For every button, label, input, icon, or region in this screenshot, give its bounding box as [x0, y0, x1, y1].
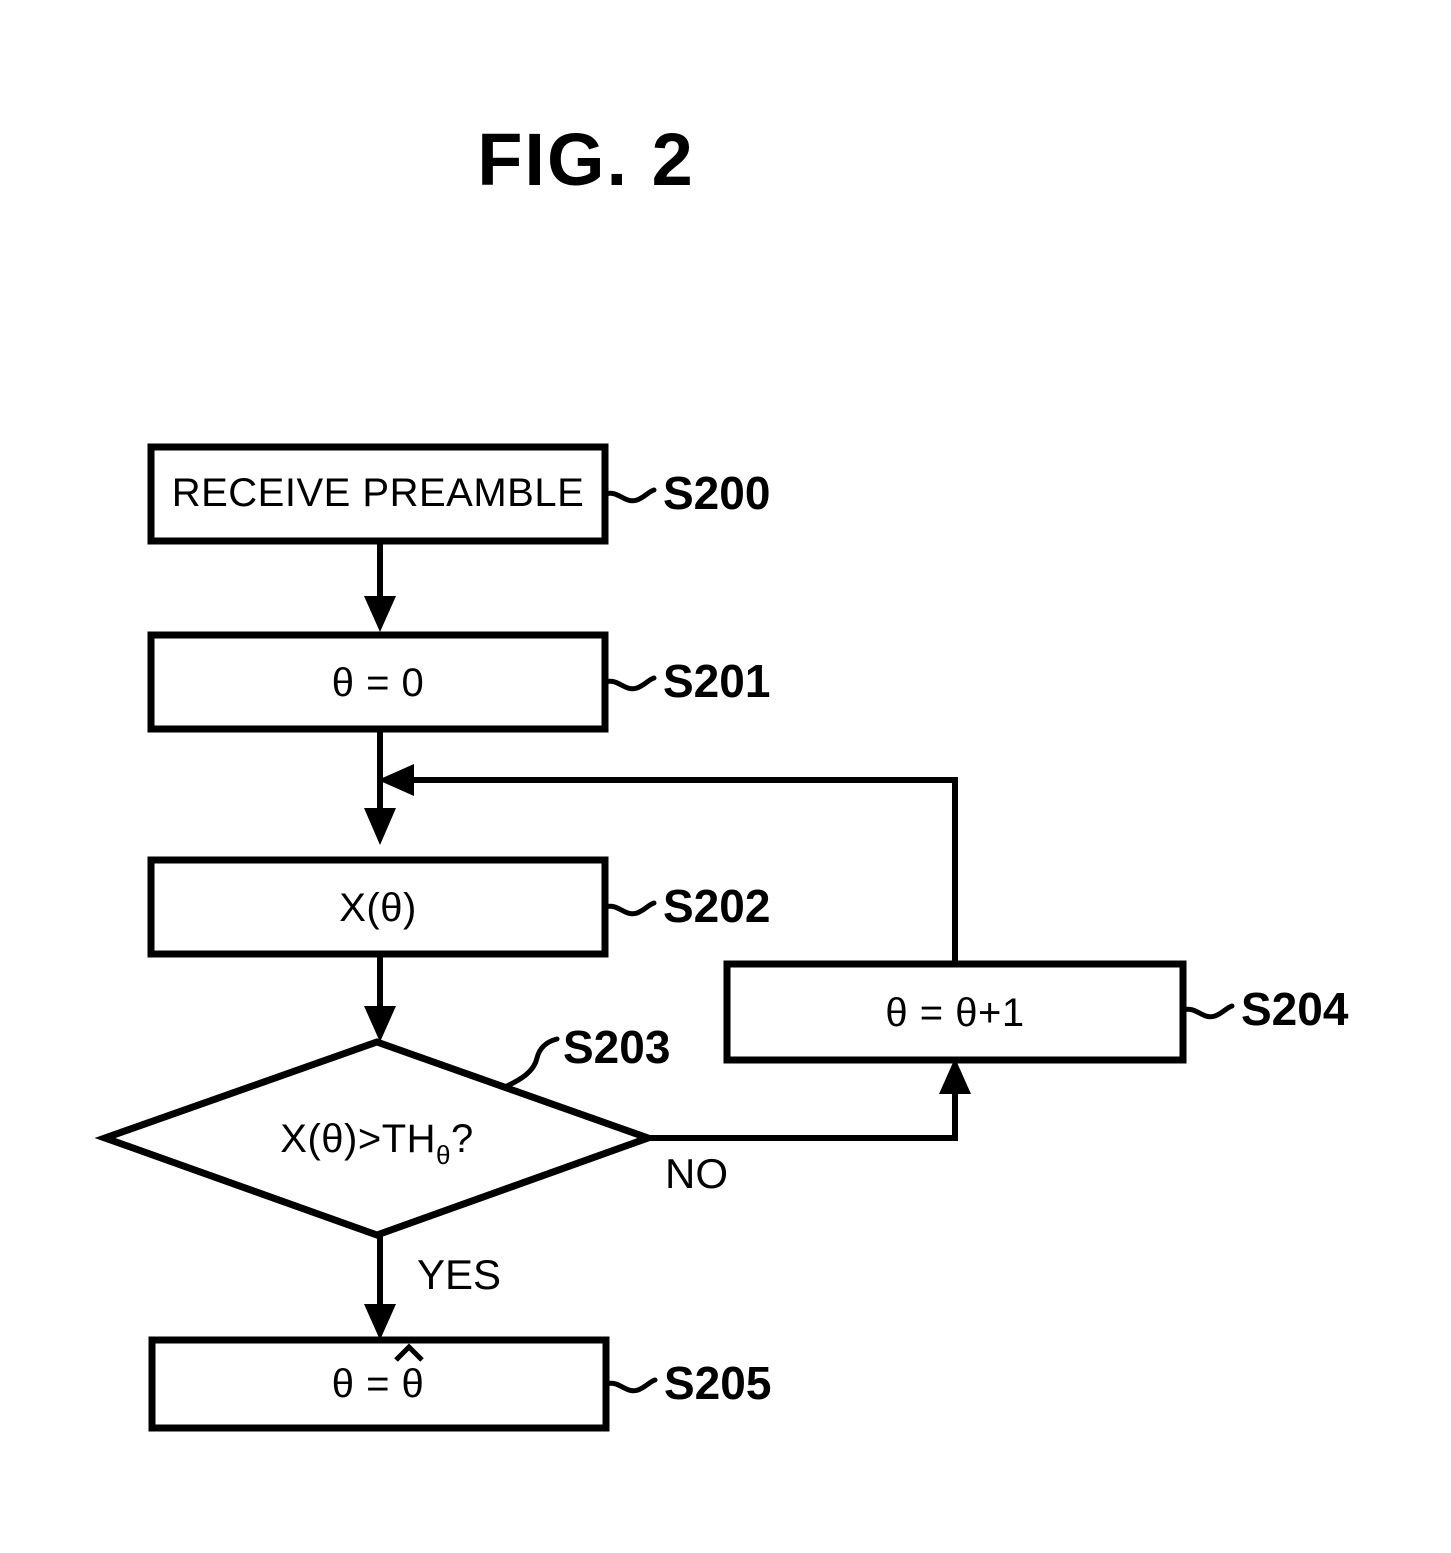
- leader-line-s203: [502, 1036, 560, 1090]
- decision-text-subscript: θ: [436, 1140, 451, 1170]
- arrowhead-s202-to-s203: [364, 1006, 396, 1042]
- decision-text-tail: ?: [451, 1117, 474, 1161]
- leader-line-s205: [603, 1377, 658, 1394]
- arrowhead-loopback-merge: [378, 764, 414, 796]
- step-ref-s201: S201: [663, 655, 770, 707]
- figure-title: FIG. 2: [477, 118, 695, 201]
- process-box-s204-label: θ = θ+1: [885, 991, 1024, 1035]
- step-ref-s205: S205: [664, 1357, 771, 1409]
- branch-label-no: NO: [665, 1150, 728, 1197]
- arrowhead-yes-branch: [364, 1304, 396, 1340]
- branch-label-yes: YES: [417, 1251, 501, 1298]
- leader-line-s202: [602, 900, 657, 917]
- process-box-s201-label: θ = 0: [332, 661, 425, 705]
- arrowhead-s200-to-s201: [364, 596, 396, 632]
- process-box-s200-label: RECEIVE PREAMBLE: [172, 471, 585, 515]
- step-ref-s203: S203: [563, 1021, 670, 1073]
- step-ref-s204: S204: [1241, 983, 1349, 1035]
- connector-no-branch: [648, 1085, 958, 1141]
- decision-text-main: X(θ)>TH: [280, 1117, 436, 1161]
- arrowhead-s201-to-s202: [364, 808, 396, 845]
- process-box-s202-label: X(θ): [339, 886, 417, 930]
- leader-line-s201: [602, 675, 657, 692]
- step-ref-s200: S200: [663, 467, 770, 519]
- step-ref-s202: S202: [663, 880, 770, 932]
- leader-line-s200: [602, 487, 657, 504]
- process-box-s205-label: θ = θ: [332, 1362, 425, 1406]
- result-text-lhs: θ =: [332, 1362, 402, 1406]
- figure-container: FIG. 2 RECEIVE PREAMBLE S200 θ = 0 S201 …: [0, 0, 1451, 1553]
- leader-line-s204: [1180, 1003, 1235, 1020]
- result-text-theta-hat: θ: [402, 1362, 425, 1406]
- flowchart-canvas: FIG. 2 RECEIVE PREAMBLE S200 θ = 0 S201 …: [94, 118, 1349, 1432]
